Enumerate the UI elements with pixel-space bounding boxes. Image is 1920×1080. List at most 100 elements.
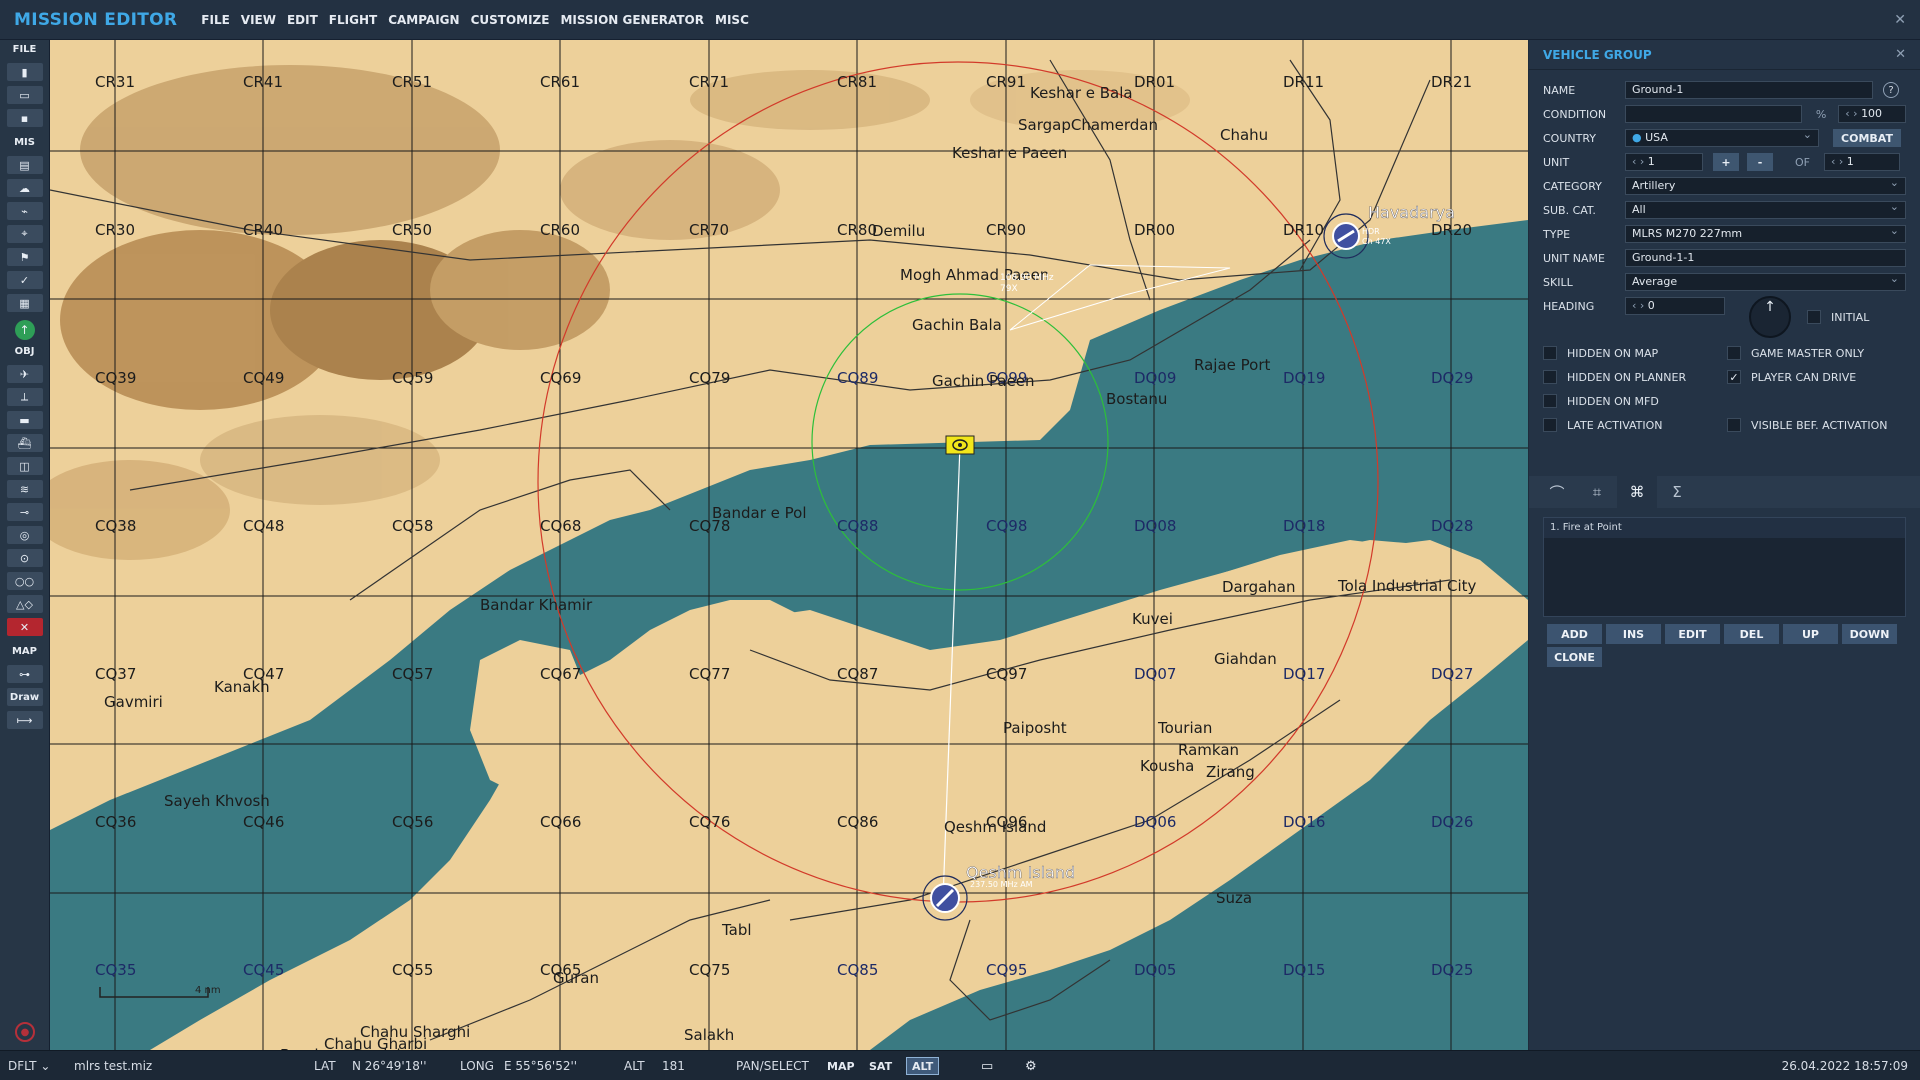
unit-spinner-icon[interactable]: ‹ › [1632,155,1648,168]
gear-icon[interactable]: ⚙ [1020,1057,1042,1075]
up-button[interactable]: UP [1783,624,1838,644]
briefing-icon[interactable]: ▦ [6,294,43,312]
initial-checkbox-row[interactable]: INITIAL [1807,310,1869,324]
heading-dial-icon[interactable]: ↑ [1749,296,1791,338]
menu-view[interactable]: VIEW [241,13,276,27]
grid-label: DQ27 [1431,665,1473,683]
menu-edit[interactable]: EDIT [287,13,318,27]
add-button[interactable]: ADD [1547,624,1602,644]
layout-mode-select[interactable]: DFLT ⌄ [8,1059,50,1073]
target-icon[interactable]: ⌖ [6,225,43,243]
condition-input[interactable]: ‹ › 100 [1838,105,1906,123]
nav-point-icon[interactable]: ⊸ [6,503,43,521]
menu-misc[interactable]: MISC [715,13,749,27]
visible-before-activation-row[interactable]: VISIBLE BEF. ACTIVATION [1727,418,1888,432]
type-select[interactable]: MLRS M270 227mm [1625,225,1906,243]
menu-customize[interactable]: CUSTOMIZE [471,13,550,27]
late-activation-row[interactable]: LATE ACTIVATION [1543,418,1663,432]
zone-icon[interactable]: ≋ [6,480,43,498]
ruler-icon[interactable]: ⟼ [6,711,43,729]
map-options-icon[interactable]: ⊶ [6,665,43,683]
place-name: Guran [553,969,599,987]
save-icon[interactable]: ▪ [6,109,43,127]
unit-name-input[interactable]: Ground-1-1 [1625,249,1906,267]
map-svg[interactable]: 4 nm CR31 CR41 CR51 CR61 CR71 CR81 CR91 DR01 DR1… [50,40,1528,1050]
menu-mission-generator[interactable]: MISSION GENERATOR [560,13,704,27]
late-activation-checkbox[interactable] [1543,418,1557,432]
route-icon[interactable]: ⌒ [1537,476,1577,508]
grid-label: DR11 [1283,73,1324,91]
down-button[interactable]: DOWN [1842,624,1897,644]
unit-remove-button[interactable]: - [1747,153,1773,171]
hidden-on-mfd-row[interactable]: HIDDEN ON MFD [1543,394,1659,408]
delete-icon[interactable]: ✕ [6,618,43,636]
helicopter-icon[interactable]: ⟂ [6,388,43,406]
menu-flight[interactable]: FLIGHT [329,13,377,27]
target-zone-icon[interactable]: ◎ [6,526,43,544]
spinner-arrows-icon[interactable]: ‹ › [1845,107,1861,120]
skill-select[interactable]: Average [1625,273,1906,291]
sat-mode-button[interactable]: SAT [864,1057,897,1075]
country-select[interactable]: ● USA [1625,129,1819,147]
record-icon[interactable]: ● [15,1022,35,1042]
static-object-icon[interactable]: ◫ [6,457,43,475]
category-select[interactable]: Artillery [1625,177,1906,195]
shapes-icon[interactable]: △◇ [6,595,43,613]
menu-file[interactable]: FILE [201,13,230,27]
open-folder-icon[interactable]: ▭ [6,86,43,104]
ground-vehicle-icon[interactable]: ▬ [6,411,43,429]
target-icon[interactable]: ⌗ [1577,476,1617,508]
alt-mode-button[interactable]: ALT [906,1057,940,1075]
hidden-on-planner-row[interactable]: HIDDEN ON PLANNER [1543,370,1686,384]
name-input[interactable]: Ground-1 [1625,81,1873,99]
game-master-only-checkbox[interactable] [1727,346,1741,360]
task-item[interactable]: 1. Fire at Point [1544,518,1905,538]
delete-button[interactable]: DEL [1724,624,1779,644]
heading-spinner-icon[interactable]: ‹ › [1632,299,1648,312]
triggers-icon[interactable]: ⚑ [6,248,43,266]
player-can-drive-row[interactable]: ✓ PLAYER CAN DRIVE [1727,370,1856,384]
green-arrow-icon[interactable]: ↑ [14,320,35,340]
unit-input[interactable]: ‹ › 1 [1625,153,1703,171]
subcat-select[interactable]: All [1625,201,1906,219]
window-close-icon[interactable]: ✕ [1894,12,1906,28]
player-can-drive-checkbox[interactable]: ✓ [1727,370,1741,384]
weather-icon[interactable]: ☁ [6,179,43,197]
hidden-on-map-checkbox[interactable] [1543,346,1557,360]
draw-button[interactable]: Draw [6,688,43,706]
formation-icon[interactable]: ○○ [6,572,43,590]
initial-checkbox[interactable] [1807,310,1821,324]
unit-add-button[interactable]: + [1713,153,1739,171]
map-mode-button[interactable]: MAP [822,1057,860,1075]
new-file-icon[interactable]: ▮ [6,63,43,81]
mission-options-icon[interactable]: ▤ [6,156,43,174]
heading-input[interactable]: ‹ › 0 [1625,297,1725,315]
panel-close-icon[interactable]: ✕ [1895,47,1906,62]
insert-button[interactable]: INS [1606,624,1661,644]
combat-button[interactable]: COMBAT [1833,129,1901,147]
ship-icon[interactable]: ⛴ [6,434,43,452]
unit-total-input[interactable]: ‹ › 1 [1824,153,1900,171]
condition-slider[interactable] [1624,105,1802,123]
hidden-on-map-row[interactable]: HIDDEN ON MAP [1543,346,1658,360]
task-list[interactable]: 1. Fire at Point [1543,517,1906,617]
command-icon[interactable]: ⌘ [1617,476,1657,508]
airplane-icon[interactable]: ✈ [6,365,43,383]
hidden-on-mfd-checkbox[interactable] [1543,394,1557,408]
view-toggle-icon[interactable]: ▭ [976,1057,998,1075]
visible-before-activation-checkbox[interactable] [1727,418,1741,432]
unit-total-spinner-icon[interactable]: ‹ › [1831,155,1847,168]
game-master-only-row[interactable]: GAME MASTER ONLY [1727,346,1864,360]
edit-button[interactable]: EDIT [1665,624,1720,644]
menu-campaign[interactable]: CAMPAIGN [388,13,459,27]
clone-button[interactable]: CLONE [1547,647,1602,667]
help-icon[interactable]: ? [1883,82,1899,98]
summary-icon[interactable]: Σ [1657,476,1697,508]
check-icon[interactable]: ✓ [6,271,43,289]
flight-path-icon[interactable]: ⌁ [6,202,43,220]
bullseye-icon[interactable]: ⊙ [6,549,43,567]
pan-select-label[interactable]: PAN/SELECT [736,1059,809,1073]
hidden-on-planner-checkbox[interactable] [1543,370,1557,384]
vehicle-unit-marker[interactable] [945,435,975,455]
map-canvas[interactable]: 4 nm CR31 CR41 CR51 CR61 CR71 CR81 CR91 DR01 DR1… [50,40,1528,1050]
